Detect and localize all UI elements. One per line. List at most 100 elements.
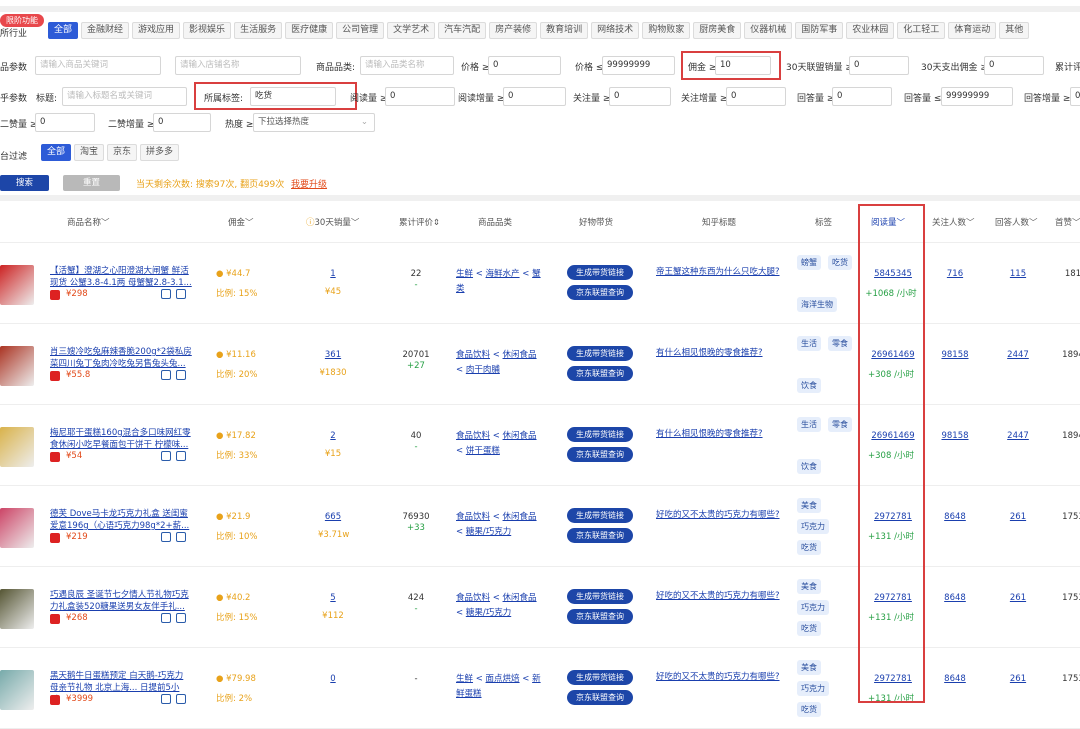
sales-count[interactable]: 0 (318, 674, 348, 684)
cart-icon[interactable] (161, 532, 171, 542)
tag-chip[interactable]: 巧克力 (797, 600, 829, 615)
tag-chip[interactable]: 生活 (797, 336, 821, 351)
industry-tab[interactable]: 国防军事 (795, 22, 844, 39)
category-link[interactable]: 饼干蛋糕 (466, 446, 500, 456)
follower-count[interactable]: 8648 (935, 674, 975, 684)
category-link[interactable]: 海鲜水产 (486, 269, 520, 279)
tag-chip[interactable]: 美食 (797, 498, 821, 513)
tag-chip[interactable]: 生活 (797, 417, 821, 432)
product-name-link[interactable]: 巧遇良辰 圣诞节七夕情人节礼物巧克力礼盒装520糖果送男女友伴手礼... (50, 589, 192, 614)
zhihu-title-link[interactable]: 好吃的又不太贵的巧克力有哪些? (656, 508, 784, 522)
answer-count[interactable]: 261 (998, 512, 1038, 522)
industry-tab[interactable]: 全部 (48, 22, 79, 39)
cart-icon[interactable] (161, 613, 171, 623)
industry-tab[interactable]: 农业林园 (846, 22, 895, 39)
tag-chip[interactable]: 巧克力 (797, 519, 829, 534)
qrcode-icon[interactable] (176, 370, 186, 380)
industry-tab[interactable]: 游戏应用 (132, 22, 181, 39)
category-link[interactable]: 休闲食品 (503, 512, 537, 522)
follower-count[interactable]: 98158 (935, 431, 975, 441)
category-link[interactable]: 肉干肉脯 (466, 365, 500, 375)
zhihu-title-link[interactable]: 好吃的又不太贵的巧克力有哪些? (656, 670, 784, 684)
category-link[interactable]: 食品饮料 (456, 431, 490, 441)
tag-chip[interactable]: 零食 (828, 417, 852, 432)
product-thumbnail[interactable] (0, 508, 34, 548)
category-link[interactable]: 食品饮料 (456, 593, 490, 603)
product-keyword-input[interactable]: 请输入商品关键词 (35, 56, 161, 75)
generate-link-button[interactable]: 生成带货链接 (567, 346, 633, 361)
sales-count[interactable]: 361 (318, 350, 348, 360)
zhihu-title-link[interactable]: 有什么相见恨晚的零食推荐? (656, 346, 784, 360)
jd-query-button[interactable]: 京东联盟查询 (567, 609, 633, 624)
sales-count[interactable]: 665 (318, 512, 348, 522)
answer-input[interactable]: 0 (832, 87, 892, 106)
tag-chip[interactable]: 饮食 (797, 459, 821, 474)
answer-count[interactable]: 261 (998, 674, 1038, 684)
category-link[interactable]: 糖果/巧克力 (466, 608, 511, 618)
col-answers[interactable]: 回答人数﹀ (995, 216, 1038, 228)
product-thumbnail[interactable] (0, 670, 34, 710)
product-name-link[interactable]: 肖三嫂冷吃兔麻辣香脆200g*2袋私房菜四川兔丁兔肉冷吃兔另售兔头兔... (50, 346, 192, 371)
qrcode-icon[interactable] (176, 613, 186, 623)
generate-link-button[interactable]: 生成带货链接 (567, 427, 633, 442)
follower-count-value[interactable]: 8648 (944, 512, 966, 522)
follower-count-value[interactable]: 8648 (944, 674, 966, 684)
industry-tab[interactable]: 公司管理 (336, 22, 385, 39)
industry-tab[interactable]: 影视娱乐 (183, 22, 232, 39)
shop-name-input[interactable]: 请输入店铺名称 (175, 56, 301, 75)
industry-tab[interactable]: 房产装修 (489, 22, 538, 39)
read-inc-input[interactable]: 0 (503, 87, 566, 106)
sales-count-value[interactable]: 0 (330, 674, 335, 684)
category-link[interactable]: 面点烘焙 (486, 674, 520, 684)
tag-chip[interactable]: 零食 (828, 336, 852, 351)
col-sales30[interactable]: ⓘ30天销量﹀ (306, 216, 359, 228)
generate-link-button[interactable]: 生成带货链接 (567, 508, 633, 523)
platform-tab[interactable]: 拼多多 (140, 144, 180, 161)
product-thumbnail[interactable] (0, 589, 34, 629)
platform-tab[interactable]: 全部 (41, 144, 72, 161)
answer-count-value[interactable]: 2447 (1007, 350, 1029, 360)
sales-count-value[interactable]: 2 (330, 431, 335, 441)
col-commission[interactable]: 佣金﹀ (228, 216, 254, 228)
sales-count-value[interactable]: 5 (330, 593, 335, 603)
tag-chip[interactable]: 吃货 (797, 540, 821, 555)
industry-tab[interactable]: 仪器机械 (744, 22, 793, 39)
industry-tab[interactable]: 厨房美食 (693, 22, 742, 39)
product-thumbnail[interactable] (0, 265, 34, 305)
category-link[interactable]: 食品饮料 (456, 350, 490, 360)
sales-count-value[interactable]: 665 (325, 512, 341, 522)
answer-count[interactable]: 2447 (998, 350, 1038, 360)
answer-count-value[interactable]: 261 (1010, 593, 1026, 603)
industry-tab[interactable]: 金融财经 (81, 22, 130, 39)
follower-count-value[interactable]: 8648 (944, 593, 966, 603)
category-link[interactable]: 休闲食品 (503, 593, 537, 603)
tag-chip[interactable]: 美食 (797, 660, 821, 675)
industry-tab[interactable]: 网络技术 (591, 22, 640, 39)
zhihu-title-link[interactable]: 好吃的又不太贵的巧克力有哪些? (656, 589, 784, 603)
category-link[interactable]: 休闲食品 (503, 350, 537, 360)
follower-count[interactable]: 98158 (935, 350, 975, 360)
tag-chip[interactable]: 吃货 (797, 621, 821, 636)
price-max-input[interactable]: 99999999 (602, 56, 675, 75)
tag-chip[interactable]: 吃货 (797, 702, 821, 717)
industry-tab[interactable]: 医疗健康 (285, 22, 334, 39)
follower-count-value[interactable]: 98158 (941, 350, 968, 360)
tag-chip[interactable]: 巧克力 (797, 681, 829, 696)
industry-tab[interactable]: 生活服务 (234, 22, 283, 39)
answer-count-value[interactable]: 261 (1010, 512, 1026, 522)
sales-count[interactable]: 5 (318, 593, 348, 603)
industry-tab[interactable]: 汽车汽配 (438, 22, 487, 39)
answer-count-value[interactable]: 261 (1010, 674, 1026, 684)
jd-query-button[interactable]: 京东联盟查询 (567, 366, 633, 381)
follow-input[interactable]: 0 (609, 87, 671, 106)
heat-select[interactable]: 下拉选择热度 ⌄ (253, 113, 375, 132)
category-link[interactable]: 食品饮料 (456, 512, 490, 522)
zhihu-title-link[interactable]: 有什么相见恨晚的零食推荐? (656, 427, 784, 441)
follower-count[interactable]: 8648 (935, 593, 975, 603)
product-name-link[interactable]: 德芙 Dove马卡龙巧克力礼盒 送闺蜜 爱意196g（心语巧克力98g*2+薪.… (50, 508, 192, 533)
platform-tab[interactable]: 淘宝 (74, 144, 105, 161)
tag-chip[interactable]: 海洋生物 (797, 297, 837, 312)
follower-count-value[interactable]: 716 (947, 269, 963, 279)
qrcode-icon[interactable] (176, 289, 186, 299)
follower-count-value[interactable]: 98158 (941, 431, 968, 441)
